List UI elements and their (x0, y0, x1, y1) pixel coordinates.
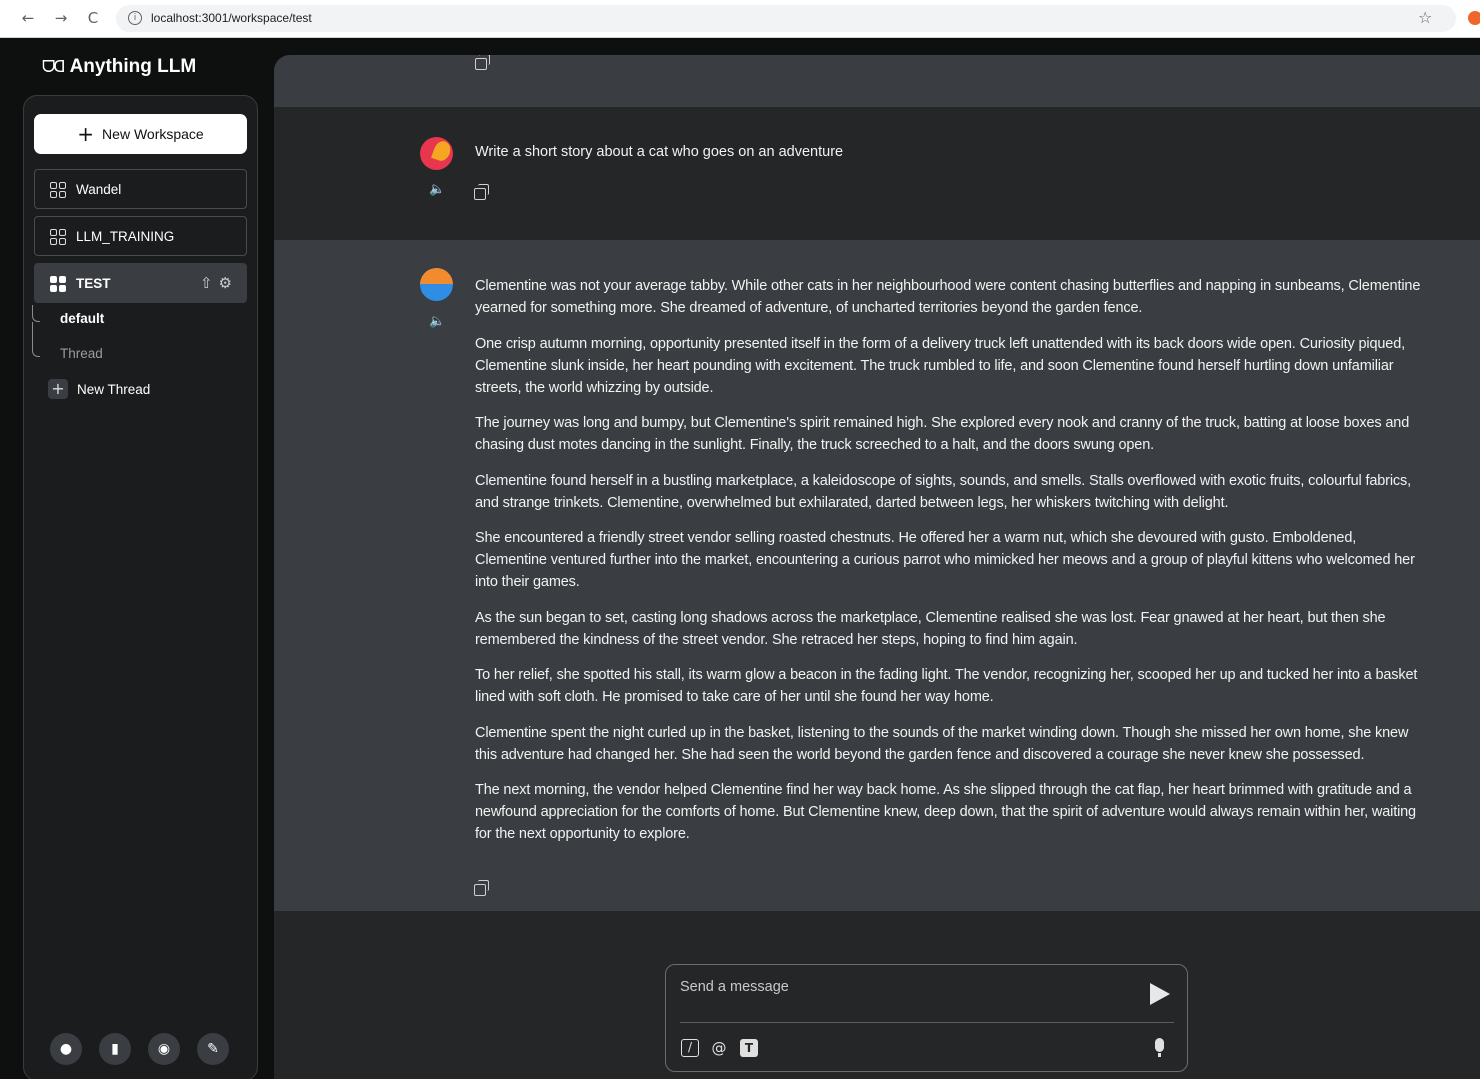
story-paragraph: The journey was long and bumpy, but Clem… (475, 415, 1410, 453)
slash-command-icon[interactable]: / (681, 1039, 699, 1057)
workspace-label: TEST (76, 276, 111, 291)
user-avatar (420, 137, 453, 170)
plus-icon: + (77, 122, 95, 146)
user-message-text: Write a short story about a cat who goes… (475, 144, 844, 160)
workspace-actions: ⇧ ⚙ (194, 274, 232, 292)
sidebar-footer: ● ▮ ◉ ✎ (50, 1033, 240, 1067)
send-icon[interactable] (1150, 983, 1170, 1005)
sidebar: + New Workspace Wandel LLM_TRAINING TEST … (23, 95, 258, 1079)
new-workspace-button[interactable]: + New Workspace (34, 114, 247, 154)
url-text[interactable]: localhost:3001/workspace/test (151, 11, 312, 25)
workspace-grid-icon (50, 229, 66, 245)
assistant-message-text: Clementine was not your average tabby. W… (475, 275, 1430, 859)
workspace-label: LLM_TRAINING (76, 229, 175, 244)
workspace-item-test[interactable]: TEST ⇧ ⚙ (34, 263, 247, 303)
github-icon[interactable]: ● (50, 1033, 82, 1065)
gear-icon[interactable]: ⚙ (219, 274, 232, 292)
app-window: ᗜᗡ Anything LLM + New Workspace Wandel LLM… (14, 38, 1480, 1079)
reload-icon[interactable]: C (83, 8, 103, 28)
story-paragraph: To her relief, she spotted his stall, it… (475, 667, 1418, 705)
at-mention-icon[interactable]: @ (710, 1039, 728, 1057)
text-size-icon[interactable]: T (740, 1039, 758, 1057)
message-input[interactable] (680, 975, 1120, 999)
brand-name: Anything LLM (69, 56, 197, 77)
address-bar[interactable]: i localhost:3001/workspace/test (116, 5, 1456, 32)
wrench-icon[interactable]: ✎ (197, 1033, 229, 1065)
story-paragraph: As the sun began to set, casting long sh… (475, 609, 1386, 648)
message-composer: / @ T (665, 964, 1188, 1072)
thread-tree-line (32, 305, 40, 322)
story-paragraph: She encountered a friendly street vendor… (475, 530, 1415, 590)
thread-item-thread[interactable]: Thread (60, 346, 103, 361)
new-thread-label: New Thread (77, 382, 151, 397)
previous-message-band (274, 55, 1480, 107)
chat-panel: Write a short story about a cat who goes… (274, 55, 1480, 1079)
story-paragraph: Clementine spent the night curled up in … (475, 724, 1409, 763)
copy-icon[interactable] (475, 55, 490, 70)
workspace-item-llm-training[interactable]: LLM_TRAINING (34, 216, 247, 256)
browser-toolbar: ← → C i localhost:3001/workspace/test ☆ (0, 0, 1480, 38)
plus-icon: + (48, 379, 68, 399)
brand-logo[interactable]: ᗜᗡ Anything LLM (42, 56, 196, 78)
forward-icon[interactable]: → (51, 8, 71, 28)
workspace-label: Wandel (76, 182, 122, 197)
anything-llm-logo-icon: ᗜᗡ (42, 57, 66, 76)
new-workspace-label: New Workspace (102, 126, 204, 142)
speaker-icon[interactable]: 🔈 (429, 182, 445, 197)
workspace-item-wandel[interactable]: Wandel (34, 169, 247, 209)
workspace-grid-icon (50, 276, 66, 292)
thread-item-default[interactable]: default (60, 311, 104, 326)
user-message-row (274, 107, 1480, 240)
copy-icon[interactable] (474, 184, 489, 200)
speaker-icon[interactable]: 🔈 (429, 314, 445, 329)
discord-icon[interactable]: ◉ (148, 1033, 180, 1065)
extension-icon[interactable] (1468, 11, 1480, 25)
story-paragraph: The next morning, the vendor helped Clem… (475, 782, 1416, 842)
copy-icon[interactable] (474, 880, 489, 896)
bookmark-star-icon[interactable]: ☆ (1418, 8, 1432, 27)
site-info-icon[interactable]: i (128, 11, 142, 25)
upload-icon[interactable]: ⇧ (200, 274, 213, 292)
workspace-grid-icon (50, 182, 66, 198)
story-paragraph: Clementine found herself in a bustling m… (475, 472, 1411, 511)
thread-tree-line (32, 322, 40, 357)
story-paragraph: One crisp autumn morning, opportunity pr… (475, 335, 1406, 396)
back-icon[interactable]: ← (18, 8, 38, 28)
composer-divider (680, 1022, 1174, 1023)
book-icon[interactable]: ▮ (99, 1033, 131, 1065)
story-paragraph: Clementine was not your average tabby. W… (475, 278, 1421, 316)
assistant-avatar (420, 268, 453, 301)
microphone-icon[interactable] (1155, 1038, 1164, 1057)
